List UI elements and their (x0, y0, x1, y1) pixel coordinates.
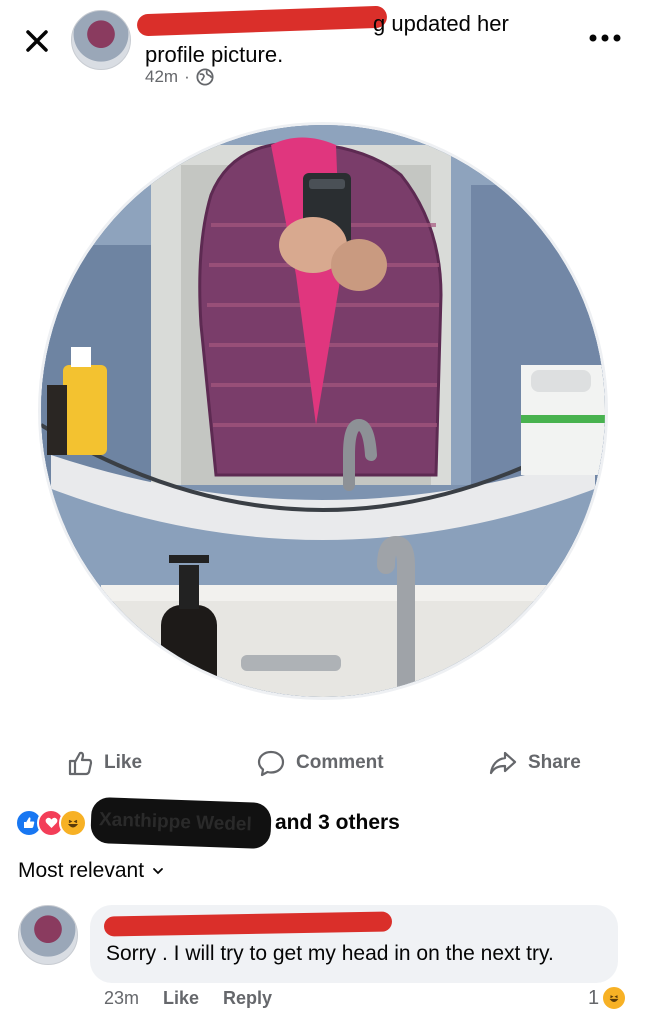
timestamp[interactable]: 42m (145, 67, 178, 87)
like-label: Like (104, 752, 143, 773)
comment-reaction-count: 1 (588, 986, 600, 1009)
reactor-names-redacted: Xanthippe Wedel (90, 796, 272, 850)
post-header: g updated her profile picture. (136, 5, 565, 70)
comment-sort-dropdown[interactable]: Most relevant (18, 859, 164, 883)
meta-separator: · (184, 67, 190, 86)
like-button[interactable]: Like (66, 744, 142, 782)
comment-reactions[interactable]: 1 (588, 985, 628, 1011)
share-button[interactable]: Share (488, 744, 581, 782)
share-label: Share (528, 752, 581, 773)
name-redaction (136, 5, 388, 37)
haha-reaction-icon (59, 809, 87, 837)
post-meta: 42m · (145, 67, 214, 87)
comment-icon (257, 750, 285, 777)
thumbs-up-icon (68, 751, 93, 776)
status-text-line2: profile picture. (145, 42, 284, 67)
profile-photo-illustration (41, 125, 605, 697)
comment-like-button[interactable]: Like (163, 988, 199, 1009)
comment-label: Comment (296, 752, 384, 773)
close-button[interactable] (20, 24, 54, 58)
globe-icon (196, 68, 214, 86)
comment-text: Sorry . I will try to get my head in on … (106, 942, 554, 965)
reactions-summary[interactable]: Xanthippe Wedel and 3 others (15, 796, 400, 850)
sort-label: Most relevant (18, 859, 145, 882)
comment-time: 23m (104, 988, 140, 1008)
haha-reaction-icon (601, 985, 628, 1011)
commenter-avatar[interactable] (18, 905, 78, 965)
comment-button[interactable]: Comment (256, 744, 384, 782)
comment-meta: 23m Like Reply (104, 988, 272, 1009)
post-actions: Like Comment Share (0, 744, 645, 782)
poster-avatar[interactable] (71, 10, 131, 70)
comment-reply-button[interactable]: Reply (223, 988, 272, 1009)
close-icon (26, 30, 48, 52)
chevron-down-icon (153, 868, 163, 875)
reaction-others-count: and 3 others (275, 811, 400, 834)
more-options-icon (589, 34, 621, 42)
reactor-names: Xanthippe Wedel (98, 809, 253, 836)
share-icon (489, 751, 517, 775)
profile-photo[interactable] (38, 122, 608, 700)
status-text-line1: g updated her (373, 11, 509, 36)
more-options-button[interactable] (585, 26, 625, 50)
